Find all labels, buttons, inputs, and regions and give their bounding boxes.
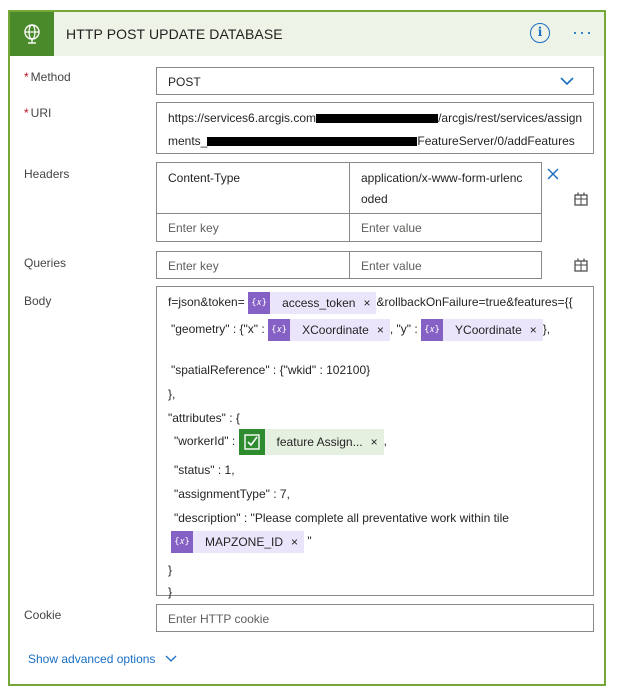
token-feature-assignment[interactable]: feature Assign... ×	[238, 429, 384, 455]
query-value-input[interactable]: Enter value	[361, 259, 422, 273]
body-line: {𝑥} MAPZONE_ID × "	[171, 531, 312, 553]
queries-table: Enter key Enter value	[156, 251, 542, 279]
uri-line-2: ments_ FeatureServer/0/addFeatures	[168, 134, 575, 148]
body-line: "status" : 1,	[174, 463, 235, 477]
header-key-cell[interactable]: Content-Type	[168, 171, 240, 185]
body-label: Body	[24, 294, 52, 308]
remove-token-icon[interactable]: ×	[377, 323, 390, 337]
action-header[interactable]: HTTP POST UPDATE DATABASE i ···	[10, 12, 604, 56]
chevron-down-icon[interactable]	[559, 74, 575, 91]
body-line: "description" : "Please complete all pre…	[174, 511, 509, 525]
uri-input[interactable]: https://services6.arcgis.com/arcgis/rest…	[156, 102, 594, 154]
token-x-coordinate[interactable]: {𝑥} XCoordinate ×	[268, 319, 390, 341]
checkbox-list-icon	[238, 429, 265, 455]
method-select[interactable]: POST	[156, 67, 594, 95]
body-line: "assignmentType" : 7,	[174, 487, 290, 501]
body-editor[interactable]: f=json&token= {𝑥} access_token × &rollbackO…	[156, 286, 594, 599]
cookie-label: Cookie	[24, 608, 62, 622]
globe-icon	[10, 12, 54, 56]
body-line: "spatialReference" : {"wkid" : 102100}	[171, 363, 371, 377]
header-value-input[interactable]: Enter value	[361, 221, 422, 235]
switch-to-text-icon[interactable]	[574, 258, 588, 277]
token-y-coordinate[interactable]: {𝑥} YCoordinate ×	[421, 319, 543, 341]
switch-to-text-icon[interactable]	[574, 192, 588, 211]
expression-icon: {𝑥}	[171, 531, 193, 553]
remove-token-icon[interactable]: ×	[530, 323, 543, 337]
expression-icon: {𝑥}	[248, 292, 271, 314]
body-line: "attributes" : {	[168, 411, 240, 425]
query-key-input[interactable]: Enter key	[168, 259, 219, 273]
close-icon[interactable]	[546, 167, 560, 186]
action-card: HTTP POST UPDATE DATABASE i ··· * Method …	[8, 10, 606, 686]
token-access-token[interactable]: {𝑥} access_token ×	[248, 292, 377, 314]
queries-label: Queries	[24, 256, 67, 270]
method-label: * Method	[24, 70, 71, 84]
method-value: POST	[168, 75, 201, 89]
uri-label: * URI	[24, 106, 52, 120]
remove-token-icon[interactable]: ×	[291, 535, 304, 549]
info-icon[interactable]: i	[530, 23, 550, 43]
headers-label: Headers	[24, 167, 70, 181]
body-line: }	[168, 585, 173, 599]
more-icon[interactable]: ···	[572, 22, 593, 43]
expression-icon: {𝑥}	[268, 319, 291, 341]
action-title: HTTP POST UPDATE DATABASE	[66, 26, 283, 42]
token-mapzone-id[interactable]: {𝑥} MAPZONE_ID ×	[171, 531, 305, 553]
expression-icon: {𝑥}	[421, 319, 444, 341]
header-key-input[interactable]: Enter key	[168, 221, 219, 235]
body-line: },	[168, 387, 176, 401]
remove-token-icon[interactable]: ×	[371, 435, 384, 449]
body-line: "workerId" : feature Assign... ×,	[174, 429, 387, 455]
header-value-cell[interactable]: application/x-www-form-urlenc oded	[361, 171, 522, 206]
remove-token-icon[interactable]: ×	[363, 296, 376, 310]
cookie-input[interactable]: Enter HTTP cookie	[156, 604, 594, 632]
body-line: }	[168, 563, 173, 577]
chevron-down-icon	[165, 653, 177, 667]
body-line: "geometry" : {"x" : {𝑥} XCoordinate ×, "y"…	[171, 319, 550, 341]
body-line: f=json&token= {𝑥} access_token × &rollbackO…	[168, 292, 573, 314]
headers-table: Content-Type application/x-www-form-urle…	[156, 162, 542, 242]
cookie-placeholder: Enter HTTP cookie	[168, 612, 270, 626]
uri-line-1: https://services6.arcgis.com/arcgis/rest…	[168, 111, 583, 125]
required-mark: *	[24, 70, 29, 84]
show-advanced-options-link[interactable]: Show advanced options	[28, 652, 177, 667]
